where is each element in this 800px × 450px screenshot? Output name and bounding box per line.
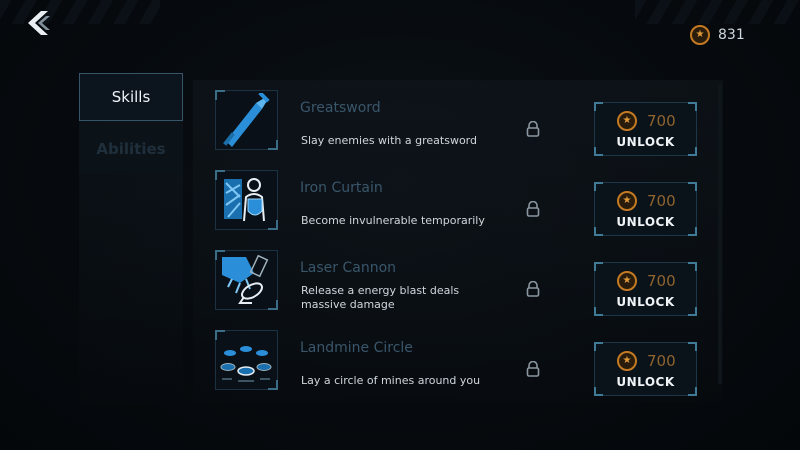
skill-title: Iron Curtain (300, 180, 383, 196)
skill-title: Greatsword (300, 100, 381, 116)
skill-description: Release a energy blast deals massive dam… (301, 284, 460, 311)
laser-cannon-icon (222, 254, 269, 304)
lock-icon (526, 201, 540, 217)
currency-amount: 831 (718, 27, 745, 43)
header-decoration-right (635, 0, 800, 24)
skill-row-greatsword: Greatsword Slay enemies with a greatswor… (215, 90, 720, 162)
skill-title: Landmine Circle (300, 340, 413, 356)
price-amount: 700 (647, 272, 676, 290)
star-coin-icon: ★ (617, 271, 637, 291)
greatsword-icon (223, 93, 270, 147)
skill-row-iron-curtain: Iron Curtain Become invulnerable tempora… (215, 170, 720, 242)
lock-icon (526, 361, 540, 377)
skill-description: Become invulnerable temporarily (301, 214, 485, 227)
price-amount: 700 (647, 192, 676, 210)
skill-row-landmine-circle: Landmine Circle Lay a circle of mines ar… (215, 330, 720, 402)
price: ★ 700 (617, 191, 676, 211)
unlock-button[interactable]: ★ 700 UNLOCK (594, 102, 697, 156)
greatsword-icon-frame (215, 90, 278, 150)
star-coin-icon: ★ (617, 191, 637, 211)
tab-abilities[interactable]: Abilities (79, 125, 183, 173)
unlock-button[interactable]: ★ 700 UNLOCK (594, 182, 697, 236)
unlock-button[interactable]: ★ 700 UNLOCK (594, 262, 697, 316)
unlock-label: UNLOCK (616, 135, 675, 149)
skills-screen: ★ 831 Skills Abilities Greatsword Slay e… (0, 0, 800, 450)
skill-row-laser-cannon: Laser Cannon Release a energy blast deal… (215, 250, 720, 322)
currency-display: ★ 831 (690, 24, 745, 46)
unlock-label: UNLOCK (616, 215, 675, 229)
skill-description: Lay a circle of mines around you (301, 374, 481, 387)
price: ★ 700 (617, 111, 676, 131)
lock-icon (526, 281, 540, 297)
shield-figure-icon-frame (215, 170, 278, 230)
star-coin-icon: ★ (617, 111, 637, 131)
back-button[interactable] (24, 8, 56, 38)
star-coin-icon: ★ (617, 351, 637, 371)
laser-cannon-icon-frame (215, 250, 278, 310)
tab-column: Skills Abilities (79, 73, 183, 403)
price-amount: 700 (647, 352, 676, 370)
price: ★ 700 (617, 351, 676, 371)
skill-description: Slay enemies with a greatsword (301, 134, 477, 147)
price: ★ 700 (617, 271, 676, 291)
star-coin-icon: ★ (690, 25, 710, 45)
price-amount: 700 (647, 112, 676, 130)
unlock-label: UNLOCK (616, 375, 675, 389)
unlock-button[interactable]: ★ 700 UNLOCK (594, 342, 697, 396)
lock-icon (526, 121, 540, 137)
tab-skills[interactable]: Skills (79, 73, 183, 121)
back-chevron-icon (28, 11, 50, 35)
skill-title: Laser Cannon (300, 260, 397, 276)
unlock-label: UNLOCK (616, 295, 675, 309)
shield-figure-icon (224, 178, 265, 222)
landmines-icon-frame (215, 330, 278, 390)
landmines-icon (220, 346, 272, 382)
